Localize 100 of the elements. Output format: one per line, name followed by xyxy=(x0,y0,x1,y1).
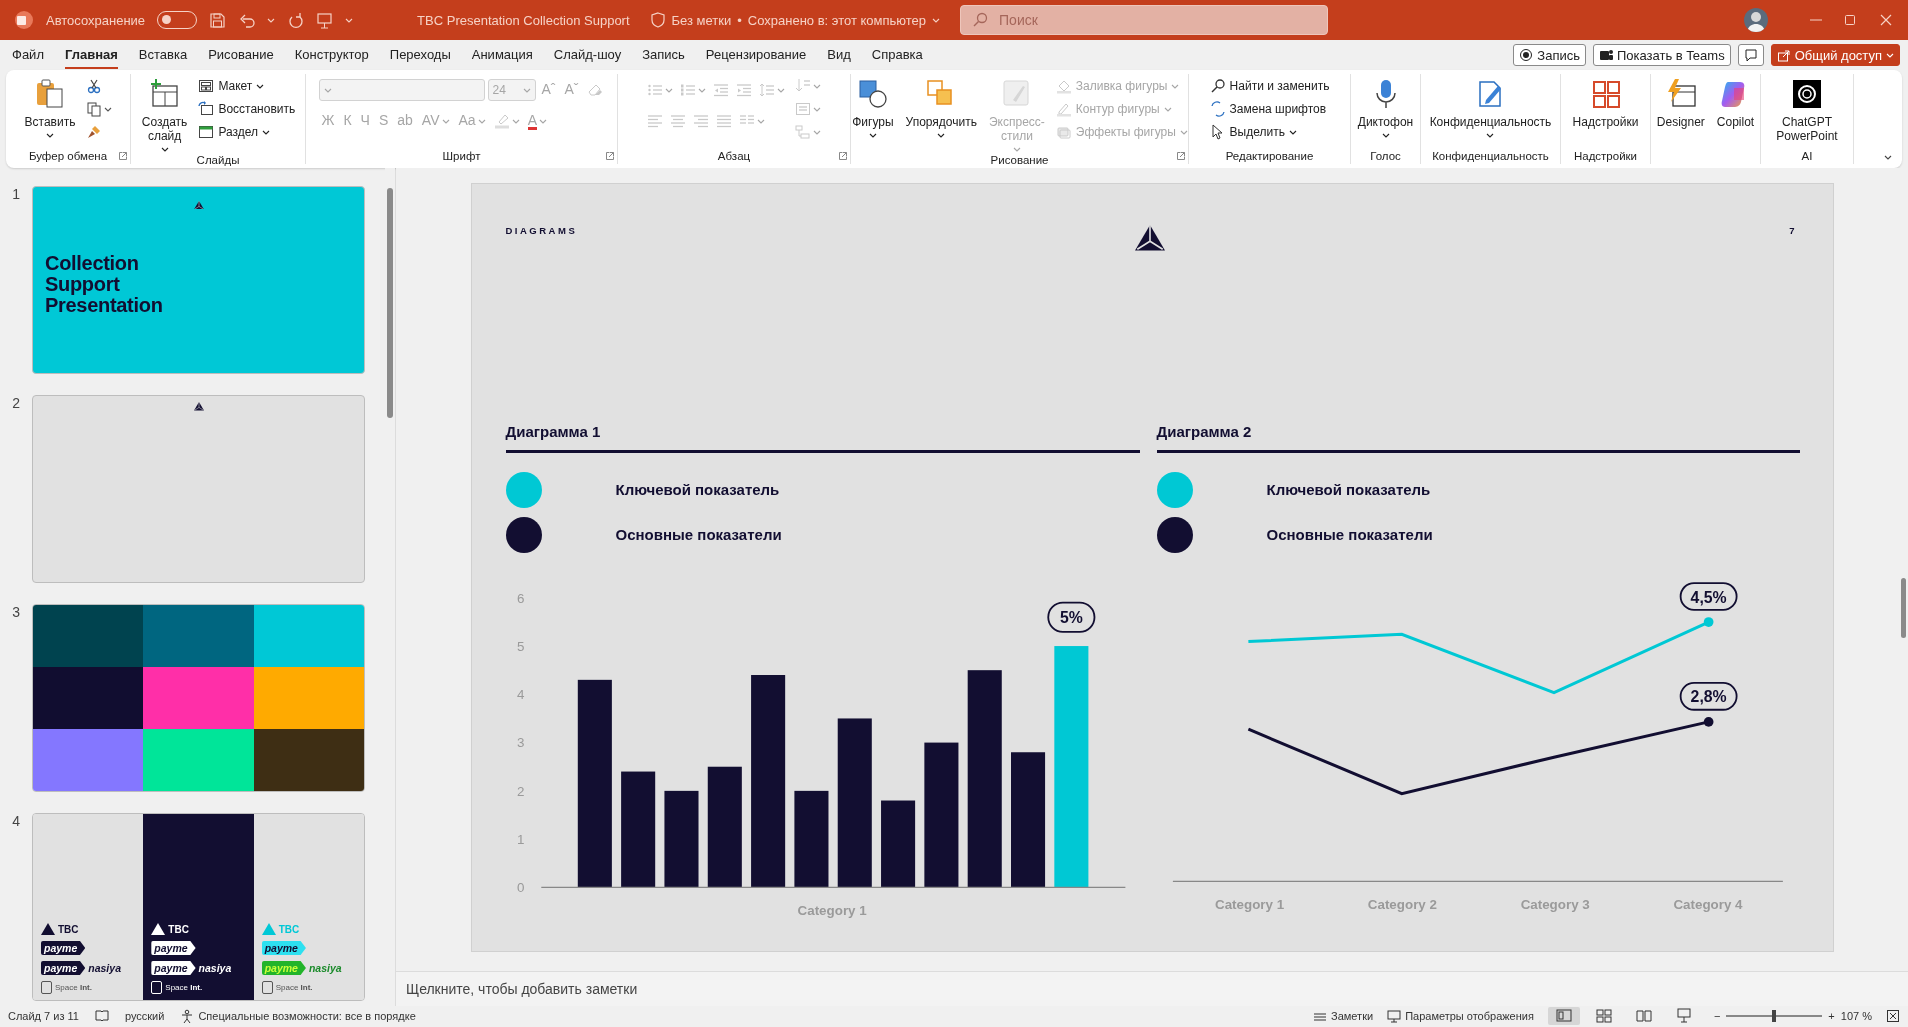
brand-name: TBC xyxy=(58,923,79,935)
axis-tick: 2 xyxy=(516,783,524,799)
zoom-in-button[interactable]: + xyxy=(1828,1009,1835,1022)
logo-icon xyxy=(193,200,204,209)
notes-button[interactable]: Заметки xyxy=(1313,1008,1374,1023)
slide-thumbnail[interactable] xyxy=(32,604,365,792)
launcher-icon[interactable] xyxy=(839,152,847,160)
data-label: 4,5% xyxy=(1679,582,1738,611)
ribbon-button[interactable]: Восстановить xyxy=(196,99,298,119)
slider-thumb[interactable] xyxy=(1772,1009,1777,1022)
menu-tab[interactable]: Переходы xyxy=(389,41,451,69)
slide-number: 1 xyxy=(11,186,20,204)
display-settings-button[interactable]: Параметры отображения xyxy=(1387,1008,1534,1023)
brand-name: nasiya xyxy=(198,962,232,974)
ribbon-button[interactable]: ChatGPT PowerPoint xyxy=(1773,76,1841,146)
launcher-icon[interactable] xyxy=(119,152,127,160)
paintbrush-icon xyxy=(86,124,103,140)
scrollbar[interactable] xyxy=(1901,578,1906,638)
ribbon-button[interactable]: Замена шрифтов xyxy=(1207,99,1332,119)
fill-bucket-icon xyxy=(1055,78,1072,94)
slide-title: Collection Support Presentation xyxy=(45,253,164,316)
ribbon-button[interactable]: Диктофон xyxy=(1354,76,1417,140)
normal-view-icon[interactable] xyxy=(1547,1006,1580,1025)
ribbon-button[interactable]: Designer xyxy=(1653,76,1708,132)
brand-badge: payme xyxy=(151,941,196,955)
caret-icon xyxy=(1288,129,1297,135)
group-label: Шрифт xyxy=(442,150,481,164)
save-status: Сохранено в: этот компьютер xyxy=(747,12,927,28)
ribbon-button[interactable]: Макет xyxy=(196,76,298,96)
axis-tick: 3 xyxy=(516,735,524,751)
comments-button[interactable] xyxy=(1737,44,1764,66)
search-field[interactable]: Поиск xyxy=(960,5,1329,35)
axis-tick: 0 xyxy=(516,880,524,896)
ribbon-button[interactable]: Раздел xyxy=(196,122,298,142)
slide-thumbnail[interactable]: Collection Support Presentation xyxy=(32,186,365,374)
menu-tab[interactable]: Рисование xyxy=(208,41,274,69)
menu-tab[interactable]: Слайд-шоу xyxy=(553,41,622,69)
indent-icon xyxy=(736,82,752,98)
caret-icon xyxy=(813,83,821,89)
ribbon-button[interactable]: Создать слайд xyxy=(138,76,191,154)
caret-icon xyxy=(665,87,673,93)
menu-tab[interactable]: Файл xyxy=(12,41,44,69)
ribbon-button[interactable]: Конфиденциальность xyxy=(1426,76,1555,140)
caret-icon xyxy=(757,118,765,124)
caret-icon xyxy=(323,87,332,93)
record-button[interactable]: Запись xyxy=(1513,44,1586,66)
brand-name: nasiya xyxy=(88,962,121,974)
zoom-out-button[interactable]: − xyxy=(1713,1009,1721,1022)
numbered-list-icon xyxy=(680,82,696,98)
ribbon-button[interactable]: Найти и заменить xyxy=(1207,76,1332,96)
brand-name: nasiya xyxy=(308,962,342,974)
align-right-icon xyxy=(693,113,709,129)
caret-icon xyxy=(813,106,821,112)
ribbon-button[interactable]: Вставить xyxy=(21,76,79,140)
caret-icon xyxy=(345,17,354,23)
share-button[interactable]: Общий доступ xyxy=(1770,44,1900,66)
axis-label: Category 2 xyxy=(1367,897,1437,913)
ribbon-button[interactable]: Copilot xyxy=(1713,76,1758,132)
present-button[interactable]: Показать в Teams xyxy=(1592,44,1731,66)
app-logo-icon xyxy=(14,10,34,30)
align-text-icon xyxy=(795,101,811,117)
legend-label: Ключевой показатель xyxy=(615,481,780,498)
menu-tab[interactable]: Вид xyxy=(827,41,851,69)
logo-icon xyxy=(261,923,276,935)
shapes-icon xyxy=(856,78,889,110)
launcher-icon[interactable] xyxy=(1177,152,1185,160)
ribbon-button[interactable]: Фигуры xyxy=(849,76,897,140)
caret-icon xyxy=(937,132,946,138)
menu-tab[interactable]: Конструктор xyxy=(294,41,369,69)
group-label: Слайды xyxy=(196,153,240,168)
clipboard-icon xyxy=(34,78,66,110)
ribbon-button[interactable]: Выделить xyxy=(1207,122,1332,142)
zoom-level[interactable]: 107 % xyxy=(1840,1009,1872,1022)
menu-tab[interactable]: Вставка xyxy=(138,41,188,69)
slide-thumbnail[interactable]: TBC payme payme nasiya Space Int. TBC payme payme nasiya Space Int. TBC payme payme nasiya Space Int. xyxy=(32,813,365,1001)
launcher-icon[interactable] xyxy=(606,152,614,160)
brand-name: TBC xyxy=(168,923,189,935)
data-point xyxy=(1703,717,1713,727)
menu-tab[interactable]: Справка xyxy=(871,41,923,69)
sensitivity-label: Без метки xyxy=(671,12,732,28)
menu-tab[interactable]: Запись xyxy=(642,41,685,69)
logo-icon xyxy=(41,981,52,994)
ribbon-button[interactable]: Упорядочить xyxy=(902,76,980,140)
accessibility-status[interactable]: Специальные возможности: все в порядке xyxy=(198,1009,416,1022)
group-label: AI xyxy=(1801,150,1813,164)
justify-icon xyxy=(716,113,732,129)
avatar[interactable] xyxy=(1744,8,1768,32)
slide-number: 2 xyxy=(11,395,20,413)
accessibility-icon xyxy=(180,1008,195,1023)
brand-badge: payme xyxy=(41,941,86,955)
logo-icon xyxy=(193,402,204,411)
menu-tab[interactable]: Анимация xyxy=(471,41,533,69)
ribbon-button[interactable]: Надстройки xyxy=(1569,76,1642,132)
legend-label: Ключевой показатель xyxy=(1266,481,1431,498)
caret-icon xyxy=(777,87,785,93)
menu-tab[interactable]: Рецензирование xyxy=(705,41,807,69)
slide-thumbnail[interactable] xyxy=(32,395,365,583)
brand-name: TBC xyxy=(278,923,300,935)
logo-icon xyxy=(151,981,163,994)
pencil-icon xyxy=(1055,101,1072,117)
